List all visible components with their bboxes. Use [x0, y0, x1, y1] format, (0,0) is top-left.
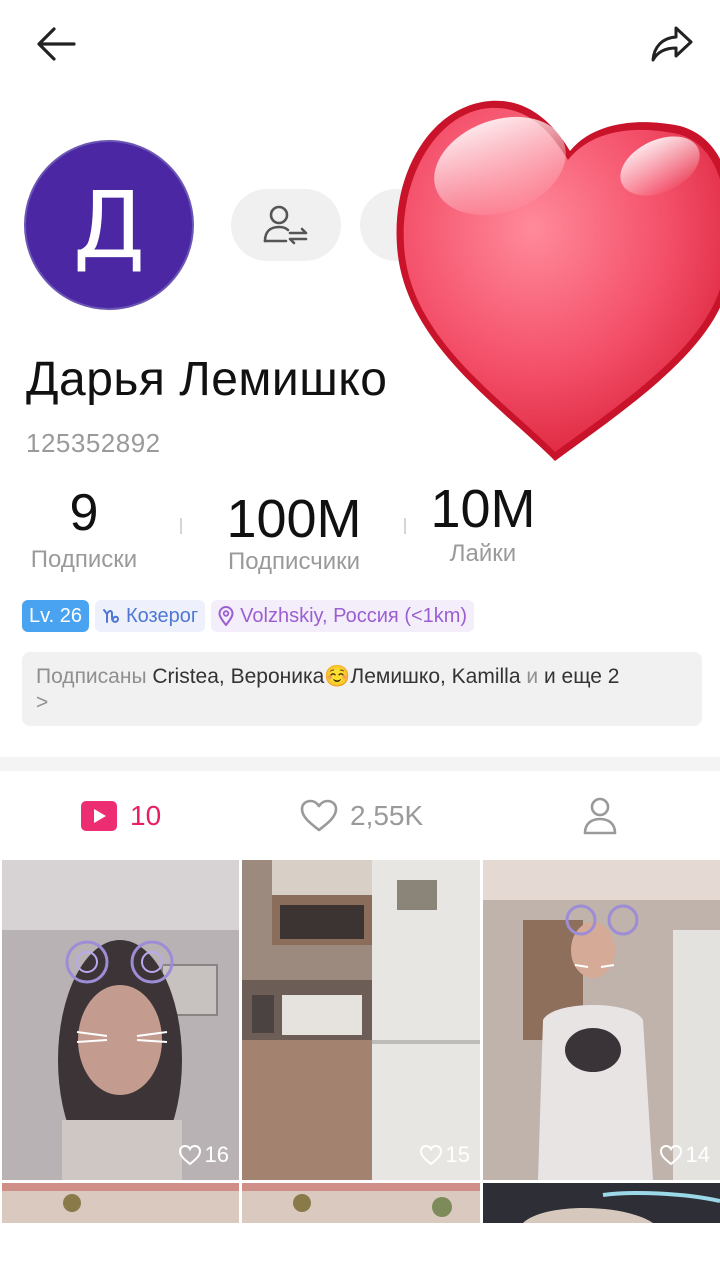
liked-count: 2,55K — [350, 800, 424, 831]
follow-friends-button[interactable] — [231, 189, 341, 261]
followed-by-names: Cristea, Вероника☺️Лемишко, Kamilla — [152, 665, 521, 688]
heart-outline-icon — [419, 1144, 442, 1166]
play-icon — [81, 801, 117, 831]
location-pin-icon — [218, 606, 234, 626]
videos-count: 10 — [130, 800, 162, 831]
likes-stat[interactable]: 10M Лайки — [426, 478, 540, 568]
video-thumbnail[interactable] — [2, 1183, 239, 1223]
video-thumbnail-image — [483, 860, 720, 1180]
tab-videos[interactable]: 10 — [80, 772, 161, 860]
video-likes-count: 16 — [204, 1142, 229, 1167]
followers-stat[interactable]: 100M Подписчики — [222, 490, 366, 576]
video-thumbnail[interactable]: 16 — [2, 860, 239, 1180]
video-grid: 16 15 14 — [0, 860, 720, 1280]
tab-profile-info[interactable] — [582, 772, 618, 860]
content-tabs: 10 2,55K — [0, 772, 720, 860]
followed-by-and: и — [526, 665, 539, 688]
followed-by-box[interactable]: Подписаны Cristea, Вероника☺️Лемишко, Ka… — [22, 652, 702, 726]
heart-sticker-image — [396, 100, 720, 461]
likes-label: Лайки — [449, 540, 517, 567]
profile-tags: Lv. 26 Козерог Volzhskiy, Россия (<1km) — [22, 600, 475, 632]
chevron-right-icon: > — [36, 691, 49, 714]
video-thumbnail-image — [483, 1183, 720, 1223]
arrow-left-icon — [37, 27, 76, 61]
back-button[interactable] — [28, 20, 84, 68]
video-likes: 15 — [419, 1142, 470, 1168]
followed-by-more: и еще 2 — [543, 665, 620, 688]
zodiac-tag[interactable]: Козерог — [95, 600, 206, 632]
stat-separator — [404, 518, 406, 534]
video-thumbnail-image — [242, 860, 480, 1180]
location-text: Volzhskiy, Россия (<1km) — [240, 604, 468, 627]
heart-outline-icon — [659, 1144, 682, 1166]
stat-separator — [180, 518, 182, 534]
capricorn-icon — [102, 606, 120, 626]
followers-label: Подписчики — [227, 548, 361, 575]
avatar[interactable]: Д — [24, 140, 194, 310]
user-follow-icon — [263, 205, 308, 245]
share-arrow-icon — [651, 26, 693, 62]
likes-count: 10M — [430, 479, 536, 539]
level-badge[interactable]: Lv. 26 — [22, 600, 89, 632]
heart-outline-icon — [178, 1144, 201, 1166]
zodiac-text: Козерог — [126, 604, 199, 627]
level-text: Lv. 26 — [29, 604, 82, 627]
user-icon — [583, 797, 617, 835]
video-thumbnail-image — [2, 860, 239, 1180]
video-thumbnail-image — [2, 1183, 239, 1223]
followed-by-prefix: Подписаны — [36, 665, 147, 688]
location-tag[interactable]: Volzhskiy, Россия (<1km) — [211, 600, 475, 632]
video-likes-count: 15 — [445, 1142, 470, 1167]
tab-likes[interactable]: 2,55K — [300, 772, 423, 860]
video-thumbnail[interactable]: 14 — [483, 860, 720, 1180]
video-thumbnail[interactable] — [242, 1183, 480, 1223]
video-thumbnail-image — [242, 1183, 480, 1223]
following-stat[interactable]: 9 Подписки — [26, 482, 142, 574]
following-count: 9 — [69, 484, 99, 542]
top-bar — [0, 0, 720, 90]
avatar-letter: Д — [73, 171, 145, 279]
video-likes: 14 — [659, 1142, 710, 1168]
following-label: Подписки — [30, 546, 138, 573]
profile-name: Дарья Лемишко — [26, 353, 388, 406]
user-id: 125352892 — [26, 428, 161, 458]
share-button[interactable] — [644, 18, 700, 70]
section-divider — [0, 757, 720, 771]
followers-count: 100M — [226, 489, 362, 549]
heart-outline-icon — [300, 799, 338, 832]
video-thumbnail[interactable]: 15 — [242, 860, 480, 1180]
video-likes: 16 — [178, 1142, 229, 1168]
video-thumbnail[interactable] — [483, 1183, 720, 1223]
video-likes-count: 14 — [685, 1142, 710, 1167]
